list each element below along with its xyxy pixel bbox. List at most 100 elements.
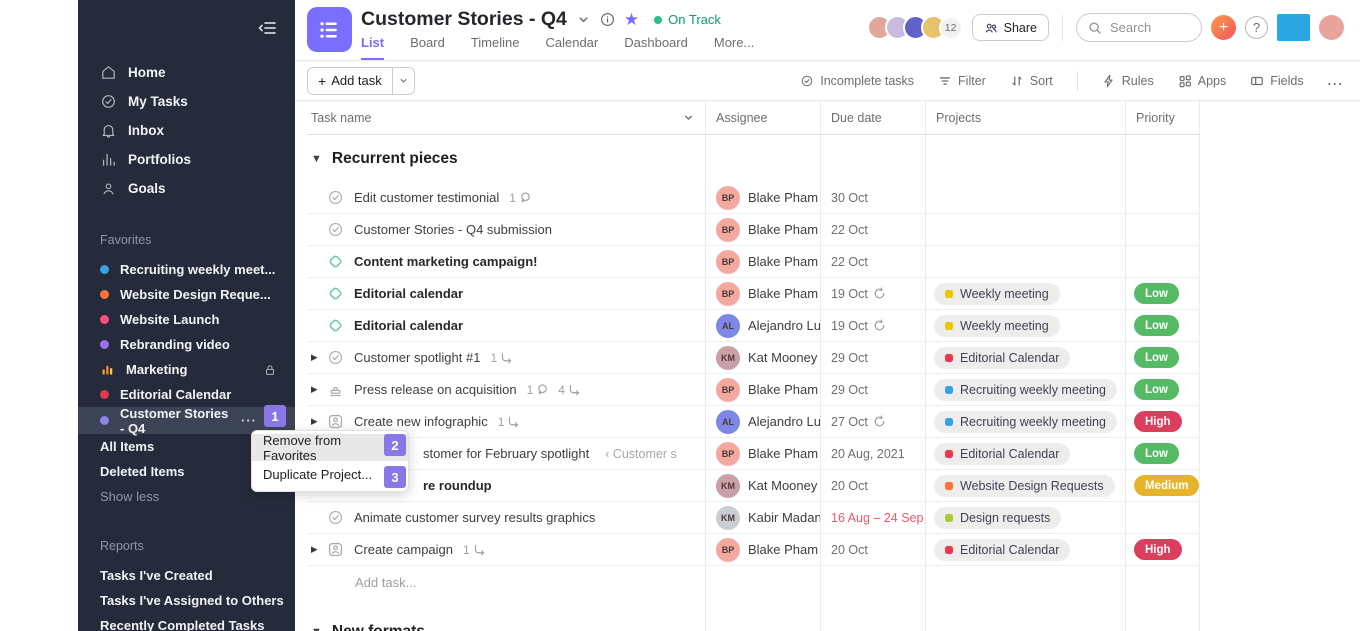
assignee-cell[interactable]: AL Alejandro Luna <box>705 406 820 437</box>
favorite-star-icon[interactable]: ★ <box>624 11 639 28</box>
create-button[interactable]: + <box>1211 15 1236 40</box>
sidebar-item-inbox[interactable]: Inbox <box>78 116 295 145</box>
task-name[interactable]: Customer spotlight #1 <box>354 350 480 365</box>
favorite-item-website-design-reque-[interactable]: Website Design Reque... <box>78 282 295 307</box>
check-task-icon[interactable] <box>327 349 344 366</box>
project-pill[interactable]: Editorial Calendar <box>934 347 1070 369</box>
due-date-cell[interactable]: 20 Aug, 2021 <box>820 438 925 469</box>
due-date-cell[interactable]: 22 Oct <box>820 246 925 277</box>
toolbar-apps-button[interactable]: Apps <box>1178 74 1227 88</box>
toolbar-fields-button[interactable]: Fields <box>1250 74 1303 88</box>
task-row[interactable]: ▶ Create campaign 1 BP Blake Pham 20 Oct… <box>307 534 1200 566</box>
add-task-button[interactable]: +Add task <box>307 67 415 95</box>
priority-cell[interactable]: Low <box>1125 438 1200 469</box>
expand-arrow-icon[interactable]: ▶ <box>311 352 327 363</box>
expand-arrow-icon[interactable]: ▶ <box>311 544 327 555</box>
priority-cell[interactable] <box>1125 246 1200 277</box>
priority-badge[interactable]: Low <box>1134 315 1179 336</box>
priority-badge[interactable]: High <box>1134 539 1182 560</box>
due-date-cell[interactable]: 27 Oct <box>820 406 925 437</box>
sidebar-item-portfolios[interactable]: Portfolios <box>78 145 295 174</box>
due-date-cell[interactable]: 19 Oct <box>820 310 925 341</box>
tab-timeline[interactable]: Timeline <box>471 35 520 60</box>
priority-cell[interactable]: Medium <box>1125 470 1200 501</box>
task-row[interactable]: Editorial calendar AL Alejandro Luna 19 … <box>307 310 1200 342</box>
priority-cell[interactable]: Low <box>1125 310 1200 341</box>
section-header-new-formats[interactable]: ▼New formats <box>307 613 1200 631</box>
priority-cell[interactable]: Low <box>1125 374 1200 405</box>
assignee-cell[interactable]: BP Blake Pham <box>705 182 820 213</box>
task-row[interactable]: Animate customer survey results graphics… <box>307 502 1200 534</box>
toolbar-filter-button[interactable]: Filter <box>938 74 986 88</box>
project-cell[interactable]: Design requests <box>925 502 1125 533</box>
task-name[interactable]: Press release on acquisition <box>354 382 517 397</box>
section-collapse-icon[interactable]: ▼ <box>311 626 322 631</box>
project-cell[interactable]: Weekly meeting <box>925 310 1125 341</box>
toolbar-incomplete-tasks-button[interactable]: Incomplete tasks <box>800 74 914 88</box>
tab-dashboard[interactable]: Dashboard <box>624 35 688 60</box>
tab-calendar[interactable]: Calendar <box>545 35 598 60</box>
chevron-down-icon[interactable] <box>682 111 695 124</box>
assignee-cell[interactable]: BP Blake Pham <box>705 278 820 309</box>
project-cell[interactable]: Editorial Calendar <box>925 342 1125 373</box>
assignee-cell[interactable]: BP Blake Pham <box>705 374 820 405</box>
favorite-item-editorial-calendar[interactable]: Editorial Calendar <box>78 382 295 407</box>
expand-arrow-icon[interactable]: ▶ <box>311 416 327 427</box>
task-name[interactable]: Editorial calendar <box>354 318 463 333</box>
project-cell[interactable]: Editorial Calendar <box>925 534 1125 565</box>
assignee-cell[interactable]: BP Blake Pham <box>705 438 820 469</box>
priority-badge[interactable]: Low <box>1134 347 1179 368</box>
members-count-badge[interactable]: 12 <box>939 16 963 40</box>
diamond-task-icon[interactable] <box>327 285 344 302</box>
priority-cell[interactable]: Low <box>1125 342 1200 373</box>
toolbar-rules-button[interactable]: Rules <box>1102 74 1154 88</box>
priority-badge[interactable]: Low <box>1134 283 1179 304</box>
task-row[interactable]: ▶ Create new infographic 1 AL Alejandro … <box>307 406 1200 438</box>
assignee-cell[interactable]: KM Kat Mooney <box>705 470 820 501</box>
task-name[interactable]: Edit customer testimonial <box>354 190 499 205</box>
task-name[interactable]: Create campaign <box>354 542 453 557</box>
project-pill[interactable]: Recruiting weekly meeting <box>934 411 1117 433</box>
due-date-cell[interactable]: 22 Oct <box>820 214 925 245</box>
sidebar-collapse-icon[interactable] <box>255 16 279 40</box>
due-date-cell[interactable]: 29 Oct <box>820 374 925 405</box>
project-cell[interactable]: Editorial Calendar <box>925 438 1125 469</box>
project-cell[interactable]: Recruiting weekly meeting <box>925 374 1125 405</box>
assignee-cell[interactable]: BP Blake Pham <box>705 214 820 245</box>
task-row[interactable]: stomer for February spotlight ‹ Customer… <box>307 438 1200 470</box>
task-name[interactable]: Animate customer survey results graphics <box>354 510 595 525</box>
search-input[interactable]: Search <box>1076 13 1202 42</box>
priority-cell[interactable] <box>1125 214 1200 245</box>
project-pill[interactable]: Editorial Calendar <box>934 539 1070 561</box>
section-collapse-icon[interactable]: ▼ <box>311 153 322 165</box>
add-task-chevron-icon[interactable] <box>392 68 414 94</box>
favorite-item-rebranding-video[interactable]: Rebranding video <box>78 332 295 357</box>
project-pill[interactable]: Design requests <box>934 507 1061 529</box>
priority-cell[interactable]: High <box>1125 534 1200 565</box>
diamond-task-icon[interactable] <box>327 253 344 270</box>
column-priority[interactable]: Priority <box>1125 101 1200 134</box>
priority-cell[interactable] <box>1125 182 1200 213</box>
more-icon[interactable]: ··· <box>241 413 257 428</box>
due-date-cell[interactable]: 20 Oct <box>820 470 925 501</box>
help-button[interactable]: ? <box>1245 16 1268 39</box>
project-pill[interactable]: Weekly meeting <box>934 283 1060 305</box>
report-link[interactable]: Recently Completed Tasks <box>78 613 295 631</box>
section-header-recurrent[interactable]: ▼Recurrent pieces <box>307 135 1200 182</box>
tab-board[interactable]: Board <box>410 35 445 60</box>
project-cell[interactable] <box>925 214 1125 245</box>
add-task-row[interactable]: Add task... <box>307 566 1200 598</box>
favorite-item-recruiting-weekly-meet-[interactable]: Recruiting weekly meet... <box>78 257 295 282</box>
check-task-icon[interactable] <box>327 221 344 238</box>
toolbar-sort-button[interactable]: Sort <box>1010 74 1053 88</box>
column-task-name[interactable]: Task name <box>307 101 705 134</box>
priority-cell[interactable]: Low <box>1125 278 1200 309</box>
task-row[interactable]: ▶ Customer spotlight #1 1 KM Kat Mooney … <box>307 342 1200 374</box>
check-task-icon[interactable] <box>327 189 344 206</box>
project-pill[interactable]: Website Design Requests <box>934 475 1115 497</box>
priority-badge[interactable]: Low <box>1134 443 1179 464</box>
share-button[interactable]: Share <box>972 14 1049 41</box>
sidebar-item-goals[interactable]: Goals <box>78 174 295 203</box>
title-chevron-down-icon[interactable] <box>576 12 591 27</box>
project-cell[interactable]: Website Design Requests <box>925 470 1125 501</box>
